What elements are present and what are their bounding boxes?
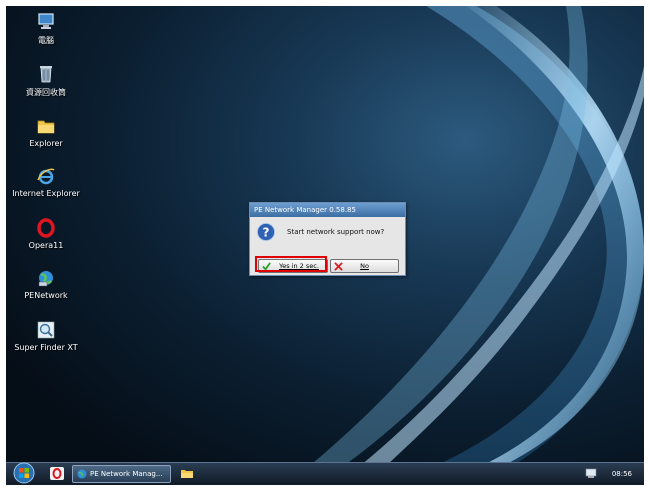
desktop-icon-label: Internet Explorer	[12, 189, 80, 198]
opera-quicklaunch-icon[interactable]	[50, 467, 64, 480]
desktop-icon-opera[interactable]: Opera11	[6, 218, 86, 250]
desktop-icon-computer[interactable]: 電腦	[6, 12, 86, 46]
dialog-message: Start network support now?	[287, 228, 385, 236]
folder-icon	[37, 120, 55, 134]
dialog-body: ? Start network support now? Yes in 2 se…	[250, 217, 405, 275]
desktop-icon-label: 電腦	[38, 36, 54, 45]
folder-taskbar-icon[interactable]	[180, 467, 194, 480]
tray-clock[interactable]: 08:56	[612, 463, 632, 485]
network-globe-icon	[38, 271, 53, 287]
network-tray-icon[interactable]	[585, 468, 597, 479]
desktop-icon-label: 資源回收筒	[26, 88, 66, 97]
desktop-icon-internet-explorer[interactable]: Internet Explorer	[6, 166, 86, 198]
desktop-icon-explorer[interactable]: Explorer	[6, 116, 86, 148]
desktop-icon-super-finder[interactable]: Super Finder XT	[6, 320, 86, 352]
desktop-icon-label: Explorer	[29, 139, 63, 148]
svg-text:?: ?	[263, 226, 270, 240]
desktop-icon-label: Opera11	[28, 241, 64, 250]
start-orb-icon[interactable]	[13, 462, 35, 484]
taskbar: PE Network Manag... 08:56	[6, 462, 644, 485]
no-button[interactable]: No	[330, 259, 399, 273]
taskbar-button-network-manager[interactable]: PE Network Manag...	[72, 465, 171, 483]
no-button-label: No	[360, 262, 369, 270]
dialog-title[interactable]: PE Network Manager 0.58.85	[250, 203, 405, 217]
desktop-screen: 電腦 資源回收筒 Explorer Internet Explorer Oper…	[6, 6, 644, 485]
internet-explorer-icon	[37, 168, 55, 185]
taskbar-button-label: PE Network Manag...	[90, 470, 163, 478]
highlight-box	[255, 256, 327, 272]
magnifier-icon	[37, 321, 55, 339]
network-globe-icon	[77, 469, 87, 479]
computer-icon	[38, 13, 54, 29]
network-manager-dialog: PE Network Manager 0.58.85 ? Start netwo…	[249, 202, 406, 276]
recycle-bin-icon	[40, 66, 52, 83]
desktop-icon-label: PENetwork	[24, 291, 68, 300]
desktop-icon-penetwork[interactable]: PENetwork	[6, 268, 86, 300]
opera-icon	[37, 218, 55, 238]
desktop-icon-label: Super Finder XT	[14, 343, 78, 352]
question-icon: ?	[257, 223, 275, 241]
desktop-icon-recycle-bin[interactable]: 資源回收筒	[6, 64, 86, 98]
